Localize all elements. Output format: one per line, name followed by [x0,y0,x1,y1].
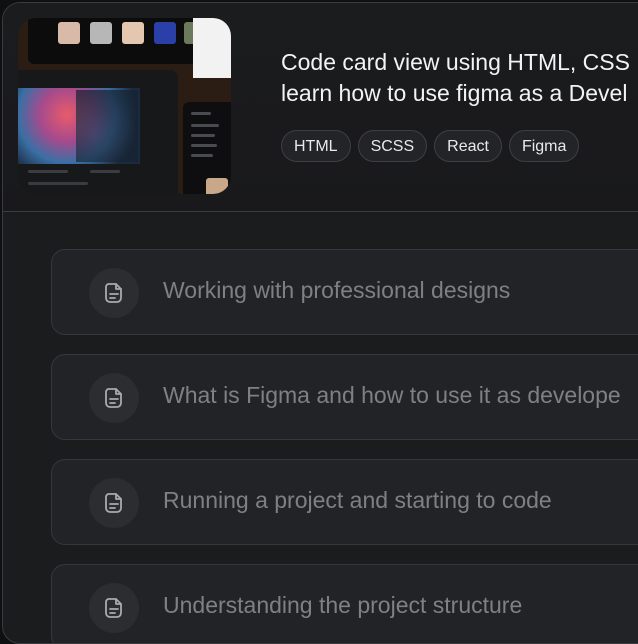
lesson-title: Running a project and starting to code [163,487,552,513]
lesson-item[interactable]: Working with professional designs [51,249,638,335]
document-icon [89,478,139,528]
document-icon [89,373,139,423]
lesson-title: Understanding the project structure [163,592,523,618]
course-title-line-2: learn how to use figma as a Devel [281,80,628,106]
lesson-title: What is Figma and how to use it as devel… [163,382,621,408]
document-icon [89,583,139,633]
lesson-item[interactable]: Understanding the project structure [51,564,638,643]
thumbnail-bar [28,182,88,185]
course-title-line-1: Code card view using HTML, CSS [281,49,630,75]
tag-scss[interactable]: SCSS [357,130,428,162]
thumbnail-line [191,124,219,127]
thumbnail-photo [90,22,112,44]
course-card: Code card view using HTML, CSS learn how… [2,2,638,644]
thumbnail-photo [122,22,144,44]
lesson-title: Working with professional designs [163,277,511,303]
thumbnail-line [191,134,215,137]
course-header: Code card view using HTML, CSS learn how… [3,3,638,212]
thumbnail-bar [90,170,120,173]
document-icon [89,268,139,318]
thumbnail-line [191,112,211,115]
course-title: Code card view using HTML, CSS learn how… [281,47,638,109]
tag-figma[interactable]: Figma [508,130,580,162]
lesson-item[interactable]: What is Figma and how to use it as devel… [51,354,638,440]
thumbnail-mini-card [206,178,228,194]
lesson-item[interactable]: Running a project and starting to code [51,459,638,545]
thumbnail-photo [58,22,80,44]
thumbnail-line [191,144,217,147]
thumbnail-photo [154,22,176,44]
tag-react[interactable]: React [434,130,502,162]
course-thumbnail[interactable] [18,18,231,194]
thumbnail-corner [193,18,231,78]
thumbnail-line [191,154,213,157]
thumbnail-photo-strip [28,18,196,64]
tag-list: HTML SCSS React Figma [281,130,580,162]
thumbnail-portrait-shadow [76,90,138,162]
tag-html[interactable]: HTML [281,130,351,162]
thumbnail-bar [28,170,68,173]
